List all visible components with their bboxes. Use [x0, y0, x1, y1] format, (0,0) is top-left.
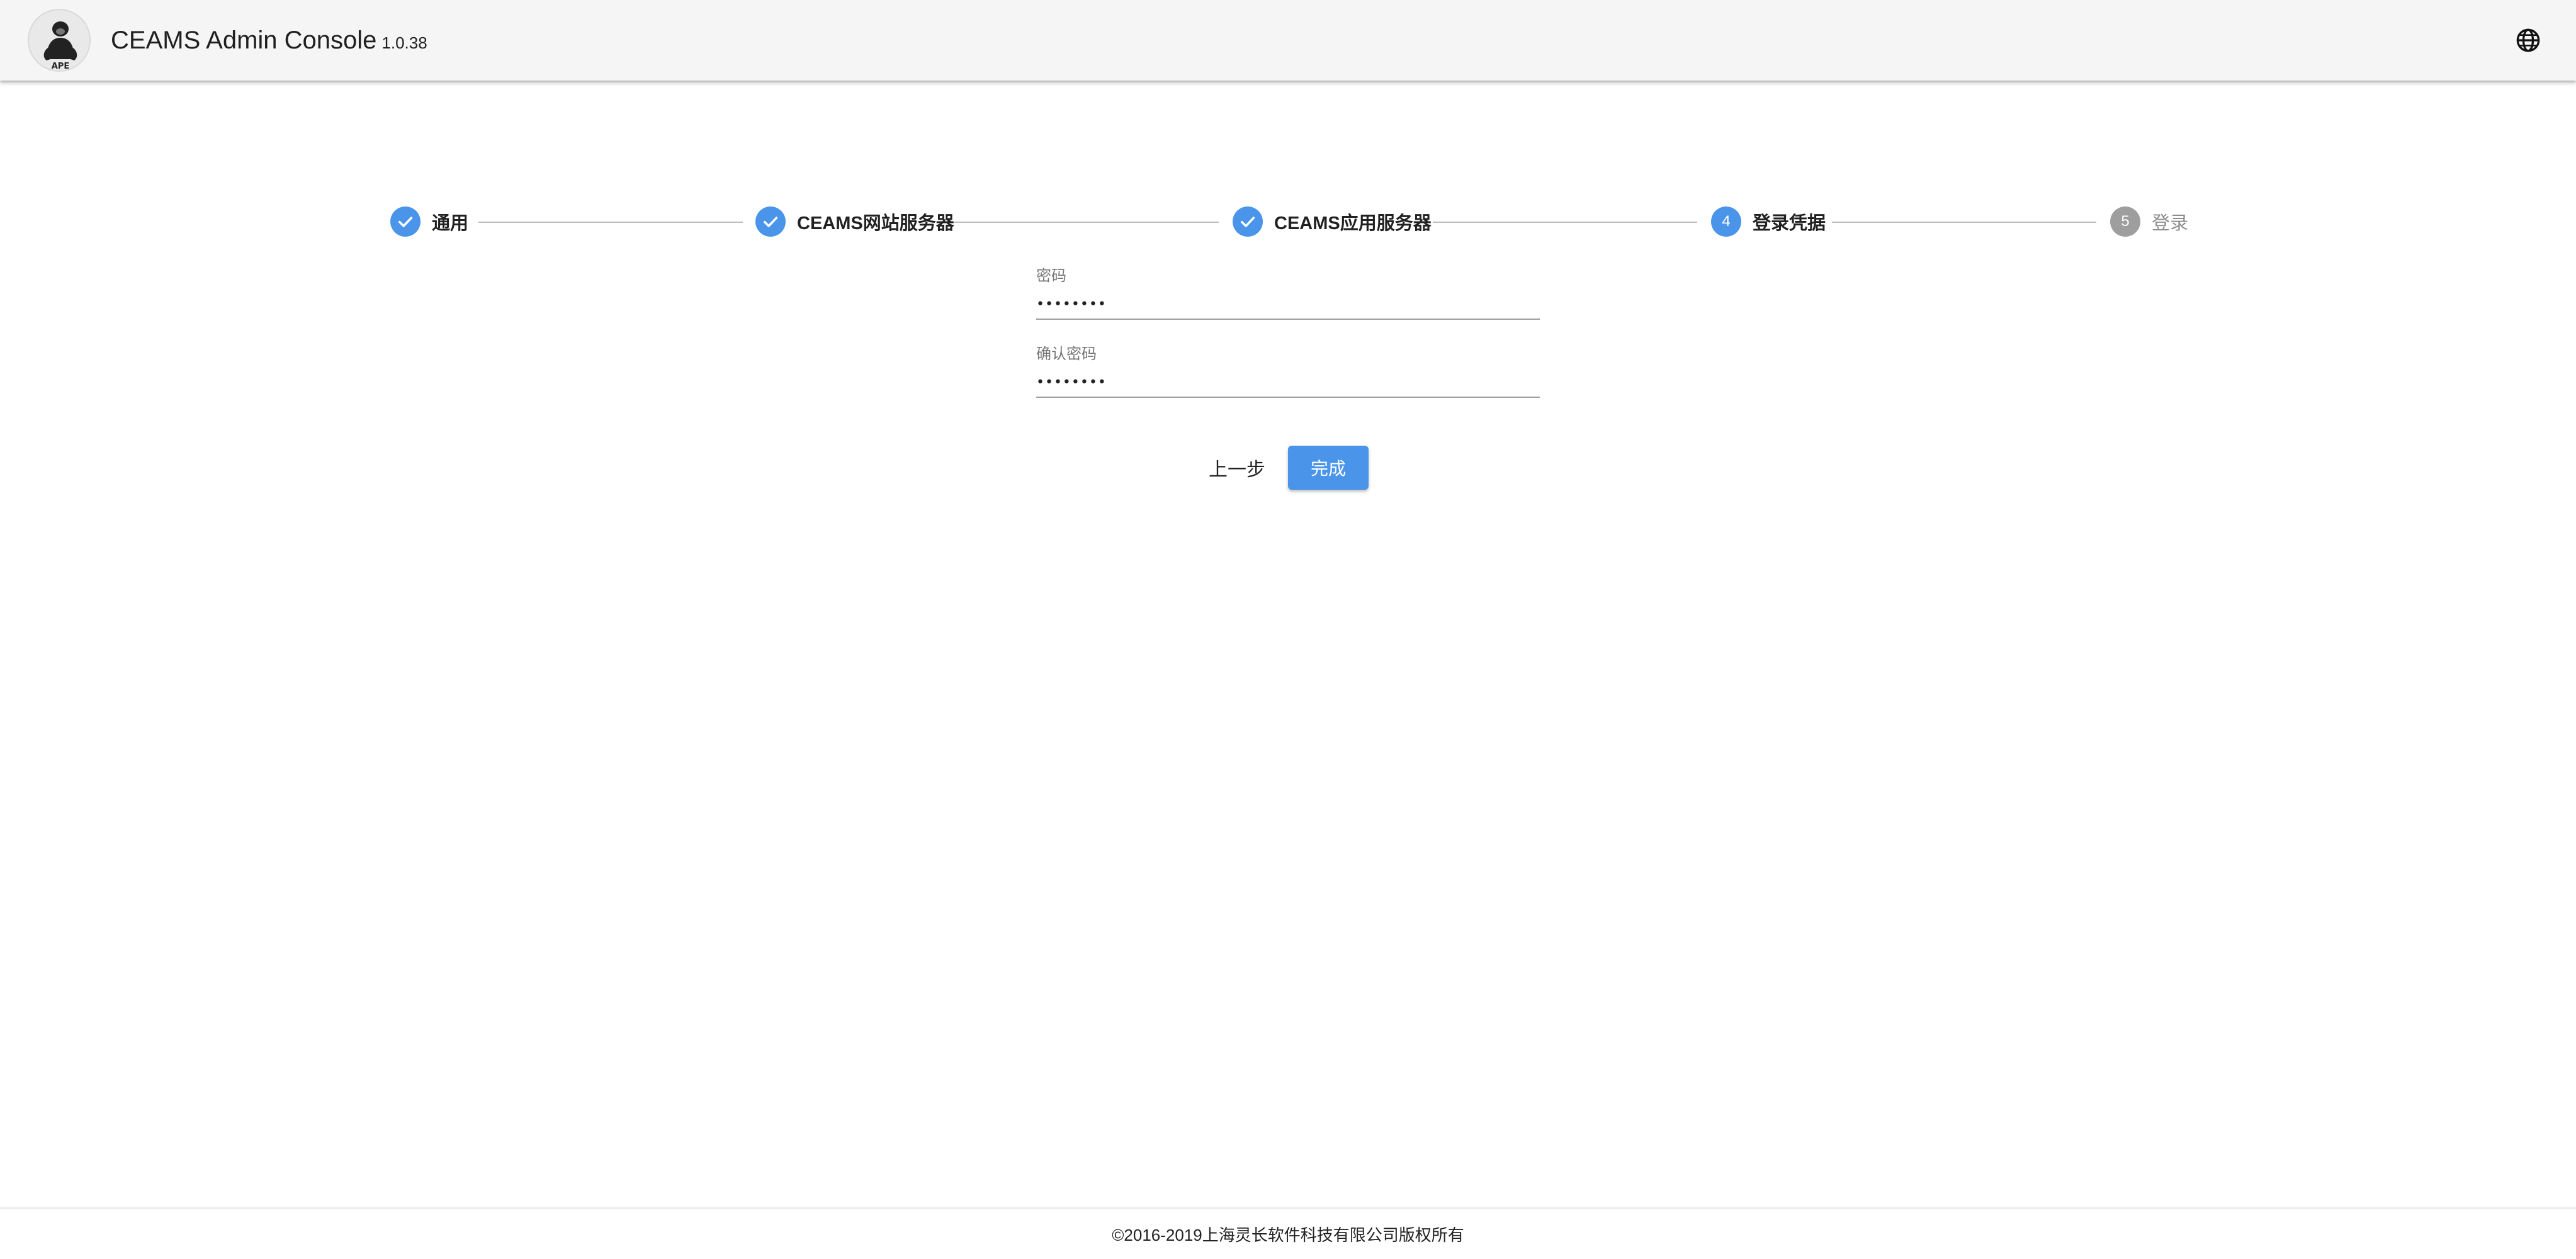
- app-title: CEAMS Admin Console 1.0.38: [111, 25, 427, 58]
- step-connector: [1433, 222, 1697, 223]
- step-check-icon: [390, 206, 421, 237]
- setup-stepper: 通用 CEAMS网站服务器 CEAMS应用服务器 4 登录凭据 5 登录: [378, 203, 2197, 240]
- ape-logo-icon: APE: [28, 9, 91, 72]
- svg-text:APE: APE: [52, 62, 69, 71]
- step-label: CEAMS网站服务器: [797, 213, 954, 234]
- confirm-password-input[interactable]: [1036, 368, 1540, 398]
- step-connector: [954, 222, 1219, 223]
- globe-icon: [2516, 28, 2540, 52]
- step-general: 通用: [390, 206, 468, 237]
- app-title-text: CEAMS Admin Console: [111, 26, 377, 54]
- language-button[interactable]: [2513, 25, 2543, 55]
- step-number: 5: [2110, 206, 2140, 237]
- copyright-text: ©2016-2019上海灵长软件科技有限公司版权所有: [1112, 1225, 1464, 1245]
- finish-button[interactable]: 完成: [1288, 446, 1369, 490]
- step-web-server: CEAMS网站服务器: [755, 206, 954, 237]
- password-field: 密码: [1036, 267, 1540, 320]
- step-check-icon: [1233, 206, 1263, 237]
- confirm-password-field: 确认密码: [1036, 345, 1540, 398]
- step-label: CEAMS应用服务器: [1274, 213, 1432, 234]
- step-label: 通用: [432, 213, 469, 234]
- step-check-icon: [755, 206, 786, 237]
- step-login: 5 登录: [2110, 206, 2188, 237]
- step-credentials: 4 登录凭据: [1711, 206, 1826, 237]
- step-app-server: CEAMS应用服务器: [1233, 206, 1432, 237]
- footer: ©2016-2019上海灵长软件科技有限公司版权所有: [0, 1207, 2576, 1259]
- step-connector: [478, 222, 743, 223]
- app-version: 1.0.38: [381, 33, 427, 52]
- step-connector: [1832, 222, 2096, 223]
- app-bar: APE CEAMS Admin Console 1.0.38: [0, 0, 2576, 81]
- password-label: 密码: [1036, 268, 1066, 285]
- previous-step-button[interactable]: 上一步: [1196, 447, 1278, 488]
- password-input[interactable]: [1036, 290, 1540, 320]
- step-label: 登录凭据: [1753, 213, 1826, 234]
- step-number: 4: [1711, 206, 1741, 237]
- step-label: 登录: [2152, 213, 2189, 234]
- confirm-password-label: 确认密码: [1036, 346, 1097, 363]
